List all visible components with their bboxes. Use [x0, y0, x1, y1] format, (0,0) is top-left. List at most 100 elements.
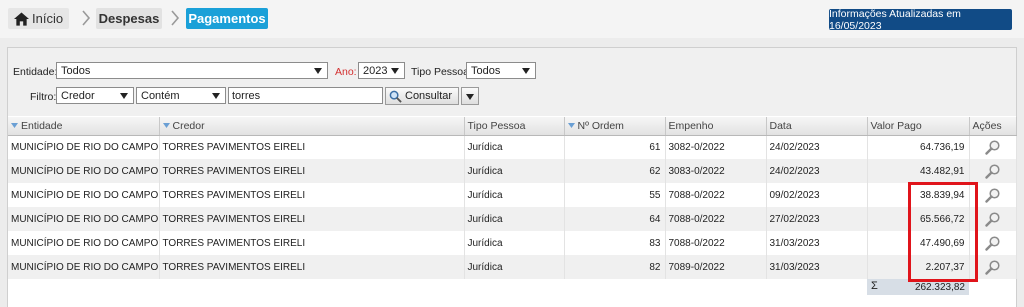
table-cell: MUNICÍPIO DE RIO DO CAMPO [8, 231, 160, 255]
empty-cell [159, 279, 464, 295]
column-header-data[interactable]: Data [766, 117, 868, 136]
table-cell: 24/02/2023 [766, 135, 868, 159]
table-cell: 55 [564, 183, 666, 207]
table-cell: MUNICÍPIO DE RIO DO CAMPO [8, 183, 160, 207]
table-cell: 43.482,91 [867, 159, 970, 183]
chevron-down-icon [522, 68, 530, 74]
filtro-label: Filtro: [30, 91, 57, 103]
table-cell: 7089-0/2022 [665, 255, 767, 279]
magnifier-icon [984, 236, 1000, 251]
view-details-button[interactable] [969, 159, 1017, 183]
breadcrumb-despesas[interactable]: Despesas [96, 8, 162, 29]
table-cell: TORRES PAVIMENTOS EIRELI [159, 207, 465, 231]
table-cell: MUNICÍPIO DE RIO DO CAMPO [8, 255, 160, 279]
table-row[interactable]: MUNICÍPIO DE RIO DO CAMPO TORRES PAVIMENT… [8, 159, 1017, 183]
empty-cell [969, 279, 1016, 295]
tipo-pessoa-select[interactable]: Todos [466, 62, 536, 79]
table-cell: TORRES PAVIMENTOS EIRELI [159, 159, 465, 183]
view-details-button[interactable] [969, 231, 1017, 255]
column-header-nr-ordem[interactable]: Nº Ordem [564, 117, 666, 136]
table-body: MUNICÍPIO DE RIO DO CAMPO TORRES PAVIMENT… [8, 135, 1017, 295]
table-cell: TORRES PAVIMENTOS EIRELI [159, 135, 465, 159]
sort-icon [162, 123, 170, 129]
entidade-label: Entidade: [13, 66, 58, 78]
search-icon [389, 90, 402, 103]
table-row[interactable]: MUNICÍPIO DE RIO DO CAMPO TORRES PAVIMENT… [8, 183, 1017, 207]
view-details-button[interactable] [969, 135, 1017, 159]
column-header-credor[interactable]: Credor [159, 117, 465, 136]
chevron-down-icon [314, 68, 322, 74]
table-cell: 24/02/2023 [766, 159, 868, 183]
table-cell: 61 [564, 135, 666, 159]
total-valor-pago: Σ 262.323,82 [867, 279, 969, 295]
column-header-entidade[interactable]: Entidade [8, 117, 160, 136]
table-cell: 7088-0/2022 [665, 183, 767, 207]
tipo-pessoa-label: Tipo Pessoa: [411, 66, 472, 78]
table-cell: 2.207,37 [867, 255, 970, 279]
table-cell: TORRES PAVIMENTOS EIRELI [159, 231, 465, 255]
table-cell: TORRES PAVIMENTOS EIRELI [159, 255, 465, 279]
magnifier-icon [984, 188, 1000, 203]
chevron-right-icon [171, 10, 180, 26]
magnifier-icon [984, 140, 1000, 155]
column-header-acoes: Ações [969, 117, 1017, 136]
table-row[interactable]: MUNICÍPIO DE RIO DO CAMPO TORRES PAVIMENT… [8, 135, 1017, 159]
view-details-button[interactable] [969, 183, 1017, 207]
table-cell: MUNICÍPIO DE RIO DO CAMPO [8, 159, 160, 183]
ano-select[interactable]: 2023 [358, 62, 405, 79]
table-cell: MUNICÍPIO DE RIO DO CAMPO [8, 135, 160, 159]
sigma-symbol: Σ [871, 280, 878, 292]
table-cell: 09/02/2023 [766, 183, 868, 207]
table-row[interactable]: MUNICÍPIO DE RIO DO CAMPO TORRES PAVIMENT… [8, 255, 1017, 279]
filtro-operador-select[interactable]: Contém [136, 87, 226, 104]
table-cell: Jurídica [464, 231, 565, 255]
table-row[interactable]: MUNICÍPIO DE RIO DO CAMPO TORRES PAVIMENT… [8, 207, 1017, 231]
info-updated-badge: Informações Atualizadas em 16/05/2023 [829, 8, 1012, 32]
table-cell: 64 [564, 207, 666, 231]
chevron-down-icon [391, 68, 399, 74]
table-cell: 27/02/2023 [766, 207, 868, 231]
empty-cell [766, 279, 867, 295]
table-cell: Jurídica [464, 255, 565, 279]
home-icon [14, 11, 29, 26]
sort-icon [567, 123, 575, 129]
table-cell: 7088-0/2022 [665, 231, 767, 255]
table-cell: 38.839,94 [867, 183, 970, 207]
ano-label: Ano: [335, 66, 357, 78]
table-cell: 7088-0/2022 [665, 207, 767, 231]
table-cell: 83 [564, 231, 666, 255]
table-cell: 31/03/2023 [766, 255, 868, 279]
column-header-empenho[interactable]: Empenho [665, 117, 767, 136]
chevron-down-icon [212, 93, 220, 99]
empty-cell [464, 279, 564, 295]
payments-table: Entidade Credor Tipo Pessoa Nº Ordem Emp… [8, 117, 1017, 295]
breadcrumb-home[interactable]: Início [8, 8, 70, 29]
view-details-button[interactable] [969, 255, 1017, 279]
chevron-down-icon [120, 93, 128, 99]
breadcrumb-home-label: Início [32, 11, 64, 26]
magnifier-icon [984, 212, 1000, 227]
table-cell: MUNICÍPIO DE RIO DO CAMPO [8, 207, 160, 231]
payments-panel: Entidade: Todos Ano: 2023 Tipo Pessoa: T… [7, 47, 1017, 307]
table-cell: Jurídica [464, 135, 565, 159]
top-bar: Início Despesas Pagamentos Informações A… [0, 0, 1024, 38]
table-cell: 31/03/2023 [766, 231, 868, 255]
table-row[interactable]: MUNICÍPIO DE RIO DO CAMPO TORRES PAVIMENT… [8, 231, 1017, 255]
empty-cell [665, 279, 766, 295]
consultar-button[interactable]: Consultar [385, 87, 459, 105]
entidade-select[interactable]: Todos [56, 62, 328, 79]
column-header-tipo-pessoa[interactable]: Tipo Pessoa [464, 117, 565, 136]
sort-icon [11, 123, 18, 129]
filtro-campo-select[interactable]: Credor [56, 87, 134, 104]
breadcrumb-pagamentos[interactable]: Pagamentos [186, 8, 268, 29]
table-cell: 82 [564, 255, 666, 279]
table-cell: 3082-0/2022 [665, 135, 767, 159]
filtro-texto-input[interactable]: torres [228, 87, 383, 104]
view-details-button[interactable] [969, 207, 1017, 231]
column-header-valor-pago[interactable]: Valor Pago [867, 117, 970, 136]
table-cell: 3083-0/2022 [665, 159, 767, 183]
table-cell: Jurídica [464, 159, 565, 183]
table-cell: 62 [564, 159, 666, 183]
empty-cell [564, 279, 665, 295]
consultar-options-button[interactable] [461, 87, 479, 105]
